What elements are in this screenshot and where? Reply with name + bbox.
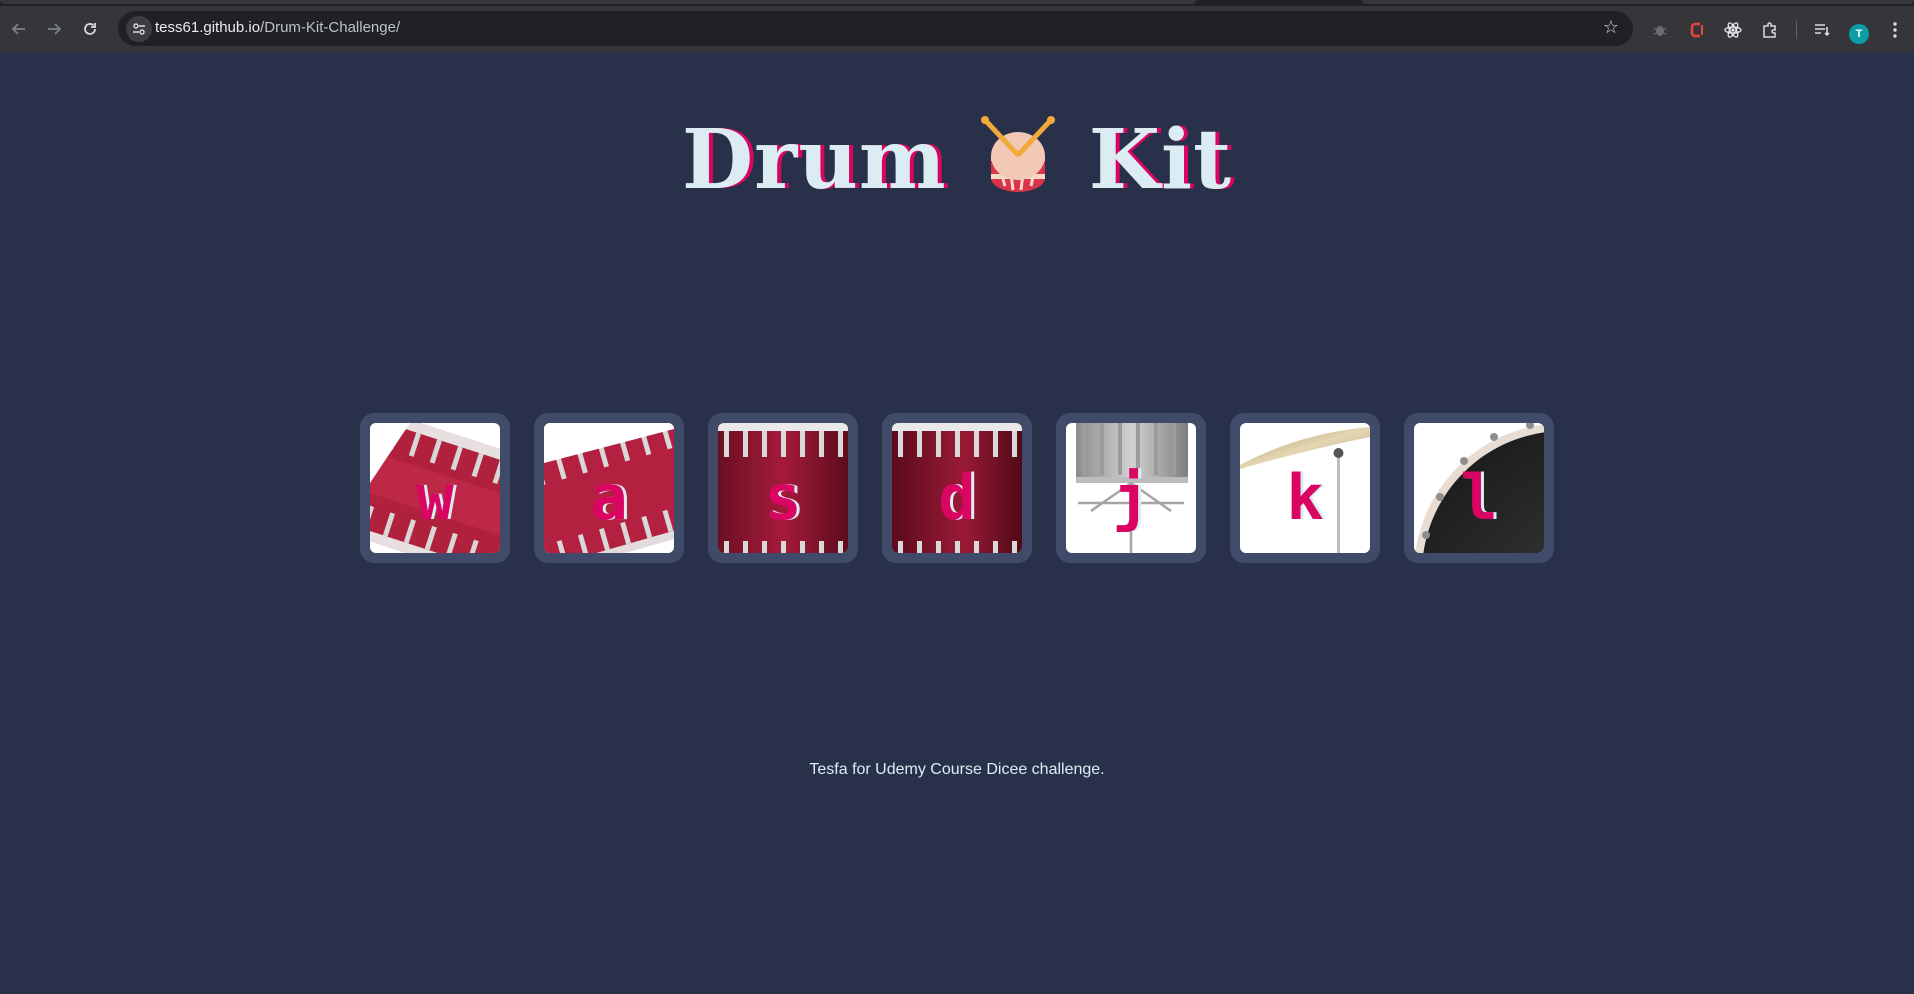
drum-image-d: d xyxy=(892,423,1022,553)
site-info-icon[interactable] xyxy=(126,16,152,42)
reload-icon[interactable] xyxy=(76,15,104,43)
extensions-puzzle-icon[interactable] xyxy=(1759,19,1781,41)
react-devtools-icon[interactable] xyxy=(1722,19,1744,41)
drum-image-l: l xyxy=(1414,423,1544,553)
drum-key-k: k xyxy=(1286,461,1324,534)
drum-button-l[interactable]: l xyxy=(1404,413,1554,563)
drum-button-k[interactable]: k xyxy=(1230,413,1380,563)
tab-active-edge xyxy=(0,0,1196,4)
browser-toolbar: tess61.github.io/Drum-Kit-Challenge/ ☆ T xyxy=(0,6,1914,53)
drum-key-a: a xyxy=(590,461,628,534)
bug-icon[interactable] xyxy=(1649,19,1671,41)
page-body: Drum Kit w a s d j k l Tesfa for Udemy C… xyxy=(0,52,1914,994)
drum-image-j: j xyxy=(1066,423,1196,553)
drum-key-w: w xyxy=(416,461,454,534)
drum-set: w a s d j k l xyxy=(360,413,1554,563)
url-host: tess61.github.io xyxy=(155,19,261,36)
profile-avatar[interactable]: T xyxy=(1849,24,1869,44)
url-path: /Drum-Kit-Challenge/ xyxy=(260,19,401,36)
bookmark-star-icon[interactable]: ☆ xyxy=(1601,18,1621,38)
footer-credit: Tesfa for Udemy Course Dicee challenge. xyxy=(809,761,1105,778)
address-bar[interactable]: tess61.github.io/Drum-Kit-Challenge/ ☆ xyxy=(118,11,1633,46)
title-word-drum: Drum xyxy=(682,112,947,208)
back-icon[interactable] xyxy=(5,15,33,43)
drum-key-d: d xyxy=(938,461,976,534)
extension-c-icon[interactable] xyxy=(1686,19,1708,41)
drum-image-k: k xyxy=(1240,423,1370,553)
title-word-kit: Kit xyxy=(1088,112,1232,208)
drum-button-j[interactable]: j xyxy=(1056,413,1206,563)
drum-key-s: s xyxy=(764,461,802,534)
drum-image-a: a xyxy=(544,423,674,553)
toolbar-divider xyxy=(1796,21,1797,39)
menu-kebab-icon[interactable] xyxy=(1884,19,1906,41)
drum-button-a[interactable]: a xyxy=(534,413,684,563)
drum-button-s[interactable]: s xyxy=(708,413,858,563)
reading-list-icon[interactable] xyxy=(1811,19,1833,41)
drum-key-l: l xyxy=(1460,461,1498,534)
drum-button-d[interactable]: d xyxy=(882,413,1032,563)
tab-inactive-edge xyxy=(1362,0,1914,4)
drum-with-sticks-icon xyxy=(975,112,1061,198)
forward-icon[interactable] xyxy=(40,15,68,43)
page-title: Drum Kit xyxy=(0,112,1914,208)
drum-key-j: j xyxy=(1112,461,1150,534)
url-text[interactable]: tess61.github.io/Drum-Kit-Challenge/ xyxy=(155,19,400,36)
drum-button-w[interactable]: w xyxy=(360,413,510,563)
drum-image-w: w xyxy=(370,423,500,553)
browser-chrome: tess61.github.io/Drum-Kit-Challenge/ ☆ T xyxy=(0,0,1914,53)
drum-image-s: s xyxy=(718,423,848,553)
